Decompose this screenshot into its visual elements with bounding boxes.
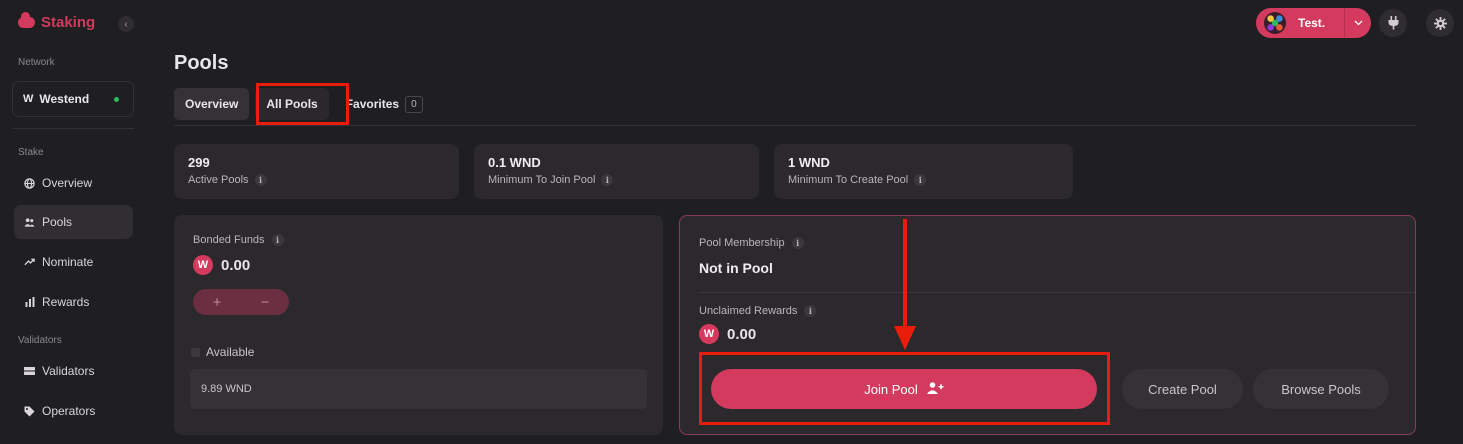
cloud-icon (18, 12, 35, 28)
gear-icon[interactable] (1426, 9, 1454, 37)
tab-label: All Pools (266, 97, 318, 111)
app-name: Staking (41, 14, 96, 31)
sidebar-item-label: Validators (42, 364, 95, 378)
trend-up-icon (24, 257, 35, 268)
sidebar-item-pools[interactable]: Pools (14, 205, 133, 239)
pool-membership-label-row: Pool Membership i (699, 237, 804, 249)
wnd-token-icon: W (699, 324, 719, 344)
sidebar-item-label: Overview (42, 176, 93, 190)
tab-all-pools[interactable]: All Pools (255, 88, 329, 120)
stat-value: 0.1 WND (488, 155, 541, 170)
annotation-arrow-head (894, 326, 916, 350)
membership-status: Not in Pool (699, 260, 773, 276)
wnd-token-icon: W (193, 255, 213, 275)
page-title: Pools (174, 52, 229, 74)
stat-value: 299 (188, 155, 210, 170)
tab-overview[interactable]: Overview (174, 88, 250, 120)
rewards-amount-row: W 0.00 (699, 324, 756, 344)
bonded-funds-label: Bonded Funds (193, 234, 265, 246)
join-pool-label: Join Pool (864, 381, 918, 397)
available-row: Available (191, 345, 254, 359)
globe-icon (24, 177, 35, 189)
membership-divider (699, 292, 1415, 293)
rewards-amount: 0.00 (727, 325, 757, 343)
validators-section-label: Validators (18, 335, 62, 346)
pool-membership-label: Pool Membership (699, 237, 785, 249)
sidebar-item-label: Pools (42, 215, 73, 229)
sidebar-divider (12, 128, 134, 129)
plug-icon[interactable] (1379, 9, 1407, 37)
info-icon[interactable]: i (804, 305, 817, 317)
join-pool-button[interactable]: Join Pool (711, 369, 1097, 409)
sidebar-item-validators[interactable]: Validators (14, 354, 133, 388)
bond-more-button[interactable]: + (213, 294, 222, 311)
server-icon (24, 366, 35, 377)
sidebar-item-overview[interactable]: Overview (14, 166, 133, 200)
stat-card-min-create: 1 WND Minimum To Create Pool i (774, 144, 1073, 199)
available-indicator (191, 347, 200, 357)
stat-label: Active Pools (188, 174, 249, 186)
sidebar-item-rewards[interactable]: Rewards (14, 285, 133, 319)
tab-favorites[interactable]: Favorites 0 (335, 88, 434, 120)
sidebar-item-label: Rewards (42, 295, 90, 309)
tab-label: Favorites (345, 97, 400, 111)
pool-membership-card: Pool Membership i Not in Pool Unclaimed … (679, 215, 1416, 435)
network-section-label: Network (18, 57, 55, 68)
info-icon[interactable]: i (254, 174, 267, 186)
available-balance-value: 9.89 WND (201, 383, 252, 395)
users-icon (24, 217, 35, 228)
chevron-down-icon[interactable] (1345, 18, 1371, 28)
account-name: Test. (1298, 16, 1326, 30)
app-logo[interactable]: Staking (18, 12, 96, 31)
tab-bar: Overview All Pools Favorites 0 (174, 88, 434, 120)
browse-pools-button[interactable]: Browse Pools (1253, 369, 1389, 409)
stat-value: 1 WND (788, 155, 830, 170)
network-selector[interactable]: W Westend (12, 81, 134, 117)
account-button[interactable]: Test. (1256, 8, 1371, 38)
stat-label-row: Active Pools i (188, 174, 445, 186)
sidebar-item-nominate[interactable]: Nominate (14, 245, 133, 279)
stat-card-min-join: 0.1 WND Minimum To Join Pool i (474, 144, 759, 199)
network-status-dot (114, 96, 119, 102)
sidebar-item-operators[interactable]: Operators (14, 394, 133, 428)
bonded-funds-label-row: Bonded Funds i (193, 234, 284, 246)
bonded-amount: 0.00 (221, 256, 251, 274)
available-balance-field: 9.89 WND (190, 369, 647, 409)
unbond-button[interactable]: − (261, 294, 270, 311)
info-icon[interactable]: i (601, 174, 614, 186)
favorites-count-badge: 0 (405, 95, 423, 113)
stat-label-row: Minimum To Join Pool i (488, 174, 745, 186)
avatar (1264, 12, 1286, 34)
annotation-arrow-shaft (903, 219, 907, 329)
info-icon[interactable]: i (271, 234, 284, 246)
unclaimed-rewards-label: Unclaimed Rewards (699, 305, 798, 317)
info-icon[interactable]: i (791, 237, 804, 249)
user-plus-icon (926, 381, 944, 397)
unclaimed-rewards-label-row: Unclaimed Rewards i (699, 305, 817, 317)
info-icon[interactable]: i (914, 174, 927, 186)
sidebar-item-label: Operators (42, 404, 96, 418)
collapse-sidebar-button[interactable]: ‹ (118, 16, 134, 32)
tab-label: Overview (185, 97, 239, 111)
tag-icon (24, 406, 35, 417)
available-label: Available (206, 345, 255, 359)
bonded-funds-card: Bonded Funds i W 0.00 + − Available 9.89… (174, 215, 663, 435)
stat-label: Minimum To Join Pool (488, 174, 596, 186)
sidebar-item-label: Nominate (42, 255, 94, 269)
bonded-amount-row: W 0.00 (193, 255, 250, 275)
stat-card-active-pools: 299 Active Pools i (174, 144, 459, 199)
stat-label: Minimum To Create Pool (788, 174, 909, 186)
header-divider (174, 125, 1416, 126)
create-pool-button[interactable]: Create Pool (1122, 369, 1243, 409)
sidebar: Staking ‹ Network W Westend Stake Overvi… (0, 0, 145, 444)
bar-chart-icon (24, 297, 35, 308)
bond-unbond-controls: + − (193, 289, 289, 315)
network-name: Westend (39, 92, 90, 106)
stake-section-label: Stake (18, 147, 44, 158)
westend-logo-icon: W (23, 93, 34, 105)
stat-label-row: Minimum To Create Pool i (788, 174, 1059, 186)
